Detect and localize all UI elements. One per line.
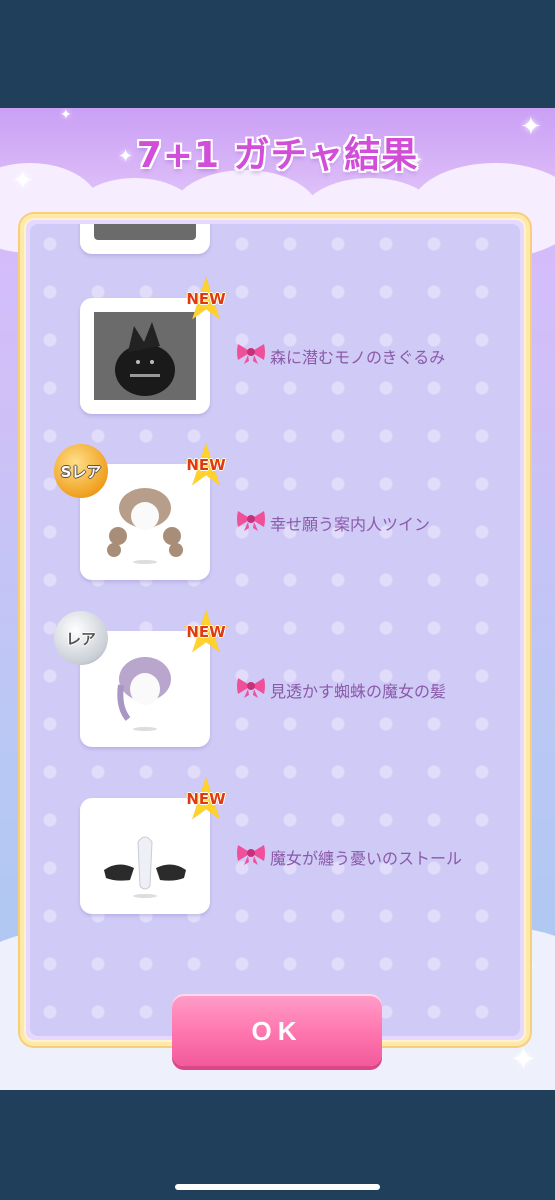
list-item-card[interactable]: Sレア ★ NEW <box>54 436 232 580</box>
list-item-card[interactable]: ★ NEW <box>80 770 232 914</box>
new-badge: ★ NEW <box>180 765 232 833</box>
result-list[interactable]: ★ NEW 森に潜むモノのきぐるみ Sレア ★ NEW 幸せ願う案内人ツイン レ… <box>30 224 520 1036</box>
home-indicator[interactable] <box>175 1184 380 1190</box>
bow-icon <box>237 678 265 698</box>
result-list-panel[interactable]: ★ NEW 森に潜むモノのきぐるみ Sレア ★ NEW 幸せ願う案内人ツイン レ… <box>20 214 530 1046</box>
item-name: 魔女が纏う憂いのストール <box>270 849 463 868</box>
bow-icon <box>237 344 265 364</box>
modal-title: 7+1 ガチャ結果 <box>136 135 419 176</box>
list-item-card[interactable]: ★ NEW <box>80 270 232 414</box>
list-item-card[interactable]: レア ★ NEW <box>54 603 232 747</box>
ok-button-label: OK <box>251 1016 303 1046</box>
status-area <box>0 0 555 108</box>
list-item-card[interactable] <box>80 224 210 254</box>
item-name: 見透かす蜘蛛の魔女の髪 <box>270 682 447 701</box>
rarity-badge-s-rare: Sレア <box>54 444 108 498</box>
rarity-badge-rare: レア <box>54 611 108 665</box>
ok-button[interactable]: OK <box>172 994 382 1066</box>
item-name: 森に潜むモノのきぐるみ <box>270 348 446 367</box>
new-badge: ★ NEW <box>180 265 232 333</box>
bow-icon <box>237 511 265 531</box>
item-thumbnail <box>94 224 196 240</box>
bow-icon <box>237 845 265 865</box>
new-badge: ★ NEW <box>180 598 232 666</box>
sparkle-icon: ✦ <box>60 108 72 123</box>
sparkle-icon: ✦ <box>510 1040 537 1078</box>
gacha-result-modal: ✦ ✦ ✦ ✦ ✦ 7+1 ガチャ結果 ✦ ✦ ✦ ✦ ✦ <box>0 108 555 1090</box>
item-name: 幸せ願う案内人ツイン <box>270 515 431 534</box>
new-badge: ★ NEW <box>180 431 232 499</box>
